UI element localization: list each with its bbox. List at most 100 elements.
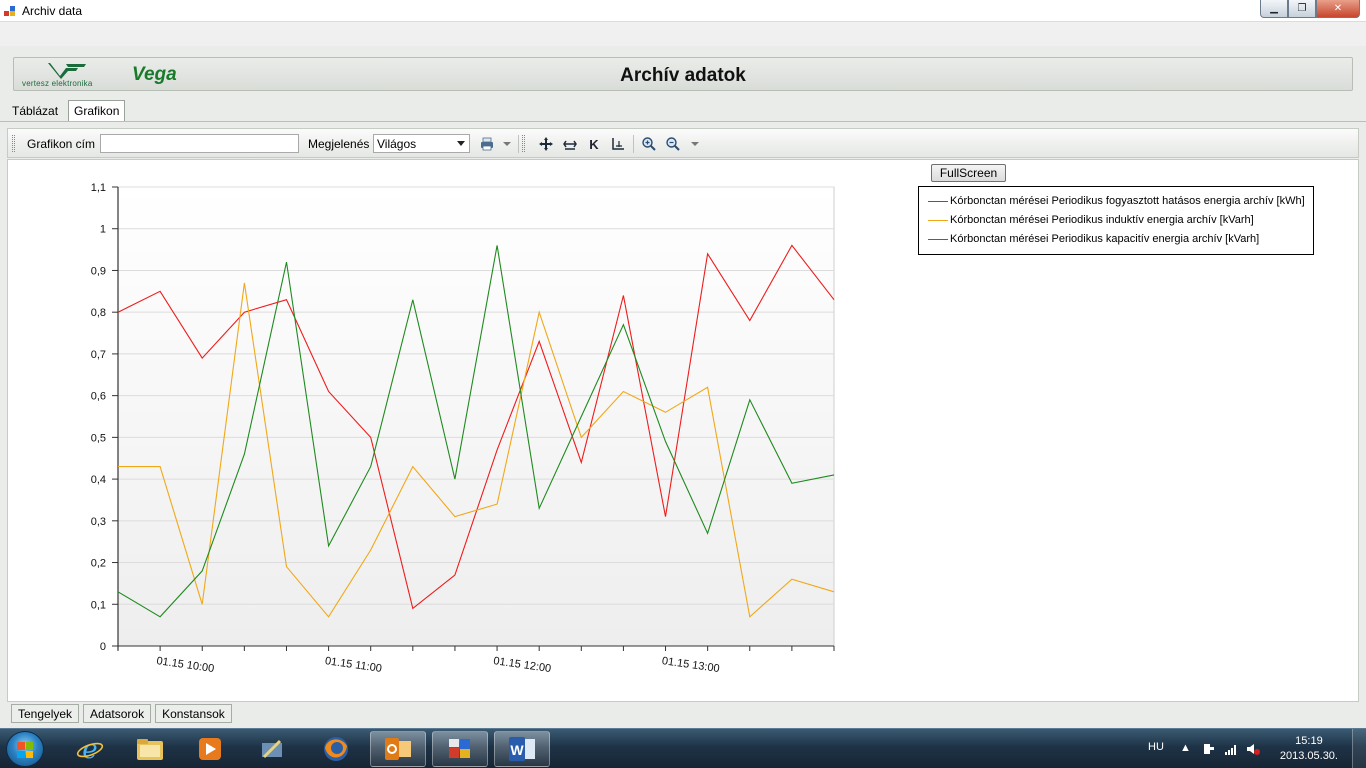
appearance-select[interactable]: Világos: [373, 134, 470, 153]
language-indicator[interactable]: HU: [1148, 741, 1164, 753]
pan-icon[interactable]: [537, 135, 555, 153]
zoom-out-icon[interactable]: [664, 135, 682, 153]
toolbar-separator-2: [633, 135, 634, 153]
tab-chart[interactable]: Grafikon: [68, 100, 126, 122]
chart-toolbar: Grafikon cím Megjelenés Világos K: [7, 128, 1359, 158]
legend-label: Kórbonctan mérései Periodikus kapacitív …: [950, 233, 1260, 245]
legend-swatch: [928, 201, 948, 202]
legend-label: Kórbonctan mérései Periodikus fogyasztot…: [950, 195, 1305, 207]
minimize-icon: ▁: [1270, 3, 1278, 14]
app-header: vertesz elektronika Vega Archív adatok: [13, 57, 1353, 91]
tool-icon: [262, 739, 282, 759]
line-chart[interactable]: 0 0,1 0,2 0,3 0,4 0,5 0,6 0,7 0,8 0,9 1 1,1 01.15 10…: [8, 160, 908, 700]
clock-date: 2013.05.30.: [1279, 750, 1338, 762]
y-tick-label: 0,2: [91, 558, 106, 570]
y-tick-label: 0,3: [91, 516, 106, 528]
tab-table[interactable]: Táblázat: [6, 100, 64, 122]
taskbar-word[interactable]: W: [494, 731, 550, 767]
taskbar-firefox[interactable]: [308, 731, 364, 767]
y-tick-label: 0,1: [91, 599, 106, 611]
chevron-up-icon[interactable]: ▲: [1180, 742, 1194, 756]
legend-item-inductive-energy: Kórbonctan mérései Periodikus induktív e…: [919, 214, 1313, 233]
view-tabs: Táblázat Grafikon: [6, 100, 129, 122]
maximize-button[interactable]: ❐: [1288, 0, 1316, 18]
windows-logo-icon: [17, 742, 33, 758]
toolbar-separator: [518, 135, 519, 153]
x-tick-label: 01.15 10:00: [156, 655, 215, 675]
folder-icon: [137, 739, 163, 760]
taskbar: e W HU ▲ 15:19 2013.05.30.: [0, 728, 1366, 768]
tab-constants[interactable]: Konstansok: [155, 704, 232, 723]
y-tick-label: 1,1: [91, 182, 106, 194]
clock-time: 15:19: [1295, 735, 1323, 747]
signal-icon[interactable]: [1224, 742, 1238, 756]
plot-background: [117, 186, 835, 647]
close-button[interactable]: ✕: [1316, 0, 1360, 18]
clock[interactable]: 15:19 2013.05.30.: [1280, 734, 1338, 764]
window-title: Archiv data: [22, 4, 83, 18]
title-bar: Archiv data ▁ ❐ ✕: [0, 0, 1366, 22]
chart-legend: Kórbonctan mérései Periodikus fogyasztot…: [918, 186, 1314, 255]
legend-swatch: [928, 220, 948, 221]
start-button[interactable]: [6, 731, 44, 767]
app-icon: [4, 6, 15, 16]
taskbar-archiv-data[interactable]: [432, 731, 488, 767]
toolbar-grip[interactable]: [12, 135, 15, 152]
internet-explorer-icon: e: [76, 735, 104, 764]
network-icon[interactable]: [1202, 742, 1216, 756]
taskbar-media-player[interactable]: [182, 731, 238, 767]
tab-axes[interactable]: Tengelyek: [11, 704, 80, 723]
legend-label: Kórbonctan mérései Periodikus induktív e…: [950, 214, 1254, 226]
y-tick-label: 1: [100, 224, 106, 236]
y-tick-label: 0,9: [91, 265, 106, 277]
x-tick-label: 01.15 11:00: [324, 655, 382, 675]
zoom-dropdown[interactable]: [690, 136, 700, 152]
appearance-value: Világos: [377, 137, 417, 151]
y-tick-label: 0,8: [91, 307, 106, 319]
show-desktop-button[interactable]: [1352, 729, 1366, 768]
taskbar-app-tool[interactable]: [244, 731, 300, 767]
taskbar-explorer[interactable]: [122, 731, 178, 767]
chevron-down-icon: [457, 141, 465, 146]
y-tick-label: 0,5: [91, 432, 106, 444]
y-tick-label: 0: [100, 641, 106, 653]
chart-title-input[interactable]: [100, 134, 299, 153]
fullscreen-button[interactable]: FullScreen: [931, 164, 1006, 182]
minimize-button[interactable]: ▁: [1260, 0, 1288, 18]
volume-muted-icon[interactable]: [1246, 742, 1260, 756]
maximize-icon: ❐: [1297, 3, 1307, 14]
y-tick-label: 0,7: [91, 349, 106, 361]
appearance-label: Megjelenés: [308, 137, 370, 151]
toolbar-grip-2[interactable]: [522, 135, 525, 152]
system-tray: HU ▲ 15:19 2013.05.30.: [1126, 729, 1366, 768]
y-tick-label: 0,6: [91, 391, 106, 403]
firefox-icon: [324, 737, 348, 761]
taskbar-outlook[interactable]: [370, 731, 426, 767]
legend-swatch: [928, 239, 948, 240]
chart-area: 0 0,1 0,2 0,3 0,4 0,5 0,6 0,7 0,8 0,9 1 1,1 01.15 10…: [7, 159, 1359, 702]
outlook-icon: [385, 738, 411, 760]
word-icon: W: [509, 737, 535, 761]
x-tick-label: 01.15 13:00: [661, 655, 720, 675]
legend-item-active-energy: Kórbonctan mérései Periodikus fogyasztot…: [919, 195, 1313, 214]
tab-series[interactable]: Adatsorok: [83, 704, 152, 723]
page-title: Archív adatok: [620, 65, 746, 86]
chart-title-label: Grafikon cím: [27, 137, 96, 151]
print-icon[interactable]: [478, 135, 496, 153]
axis-icon[interactable]: [609, 135, 627, 153]
settings-tabs: Tengelyek Adatsorok Konstansok: [11, 704, 236, 723]
svg-text:W: W: [510, 742, 524, 758]
media-player-icon: [199, 738, 221, 760]
k-icon[interactable]: K: [585, 135, 603, 153]
menu-strip: [0, 22, 1366, 46]
y-tick-label: 0,4: [91, 474, 106, 486]
zoom-fit-icon[interactable]: [561, 135, 579, 153]
legend-item-capacitive-energy: Kórbonctan mérései Periodikus kapacitív …: [919, 233, 1313, 252]
x-tick-label: 01.15 12:00: [493, 655, 552, 675]
svg-text:e: e: [82, 735, 97, 764]
print-dropdown[interactable]: [502, 136, 512, 152]
close-icon: ✕: [1333, 3, 1343, 14]
zoom-in-icon[interactable]: [640, 135, 658, 153]
taskbar-ie[interactable]: e: [62, 731, 118, 767]
archiv-app-icon: [449, 739, 470, 758]
